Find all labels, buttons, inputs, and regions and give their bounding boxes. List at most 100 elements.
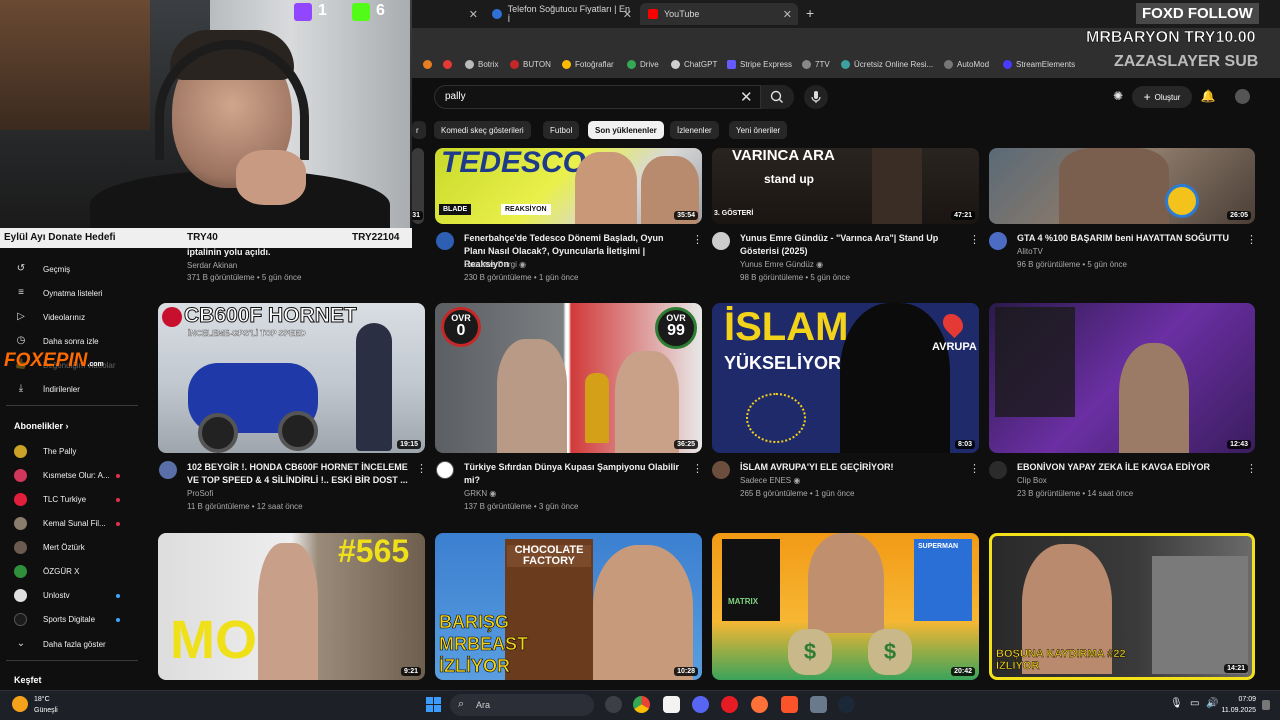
clear-search-icon[interactable]: ✕ bbox=[740, 88, 753, 106]
video-title[interactable]: EBONİVON YAPAY ZEKA İLE KAVGA EDİYOR bbox=[1017, 461, 1239, 474]
video-thumbnail[interactable]: OVR 0 OVR 99 36:25 bbox=[435, 303, 702, 453]
video-thumbnail[interactable]: CHOCOLATE FACTORY BARIŞG MRBEAST İZLİYOR… bbox=[435, 533, 702, 680]
more-options-icon[interactable]: ⋮ bbox=[416, 462, 427, 475]
chip-yeni-oneriler[interactable]: Yeni öneriler bbox=[729, 121, 788, 139]
app-icon[interactable] bbox=[663, 696, 680, 713]
channel-name[interactable]: Clip Box bbox=[1017, 476, 1047, 485]
more-options-icon[interactable]: ⋮ bbox=[1246, 462, 1257, 475]
bookmark-icon[interactable] bbox=[423, 60, 436, 69]
video-thumbnail[interactable]: 12:43 bbox=[989, 303, 1255, 453]
channel-name[interactable]: Sadece ENES ◉ bbox=[740, 476, 800, 485]
bookmark-streamelements[interactable]: StreamElements bbox=[1003, 60, 1075, 69]
firefox-icon[interactable] bbox=[751, 696, 768, 713]
video-title[interactable]: GTA 4 %100 BAŞARIM beni HAYATTAN SOĞUTTU bbox=[1017, 232, 1239, 245]
more-options-icon[interactable]: ⋮ bbox=[692, 233, 703, 246]
show-more-button[interactable]: ⌄ Daha fazla göster bbox=[14, 637, 140, 651]
channel-avatar[interactable] bbox=[436, 461, 454, 479]
studio-icon[interactable]: ✺ bbox=[1110, 88, 1126, 104]
network-icon[interactable]: ▭ bbox=[1190, 698, 1199, 709]
channel-avatar[interactable] bbox=[989, 232, 1007, 250]
video-thumbnail[interactable]: MATRIX SUPERMAN $ $ 20:42 bbox=[712, 533, 979, 680]
video-title[interactable]: 102 BEYGİR !. HONDA CB600F HORNET İNCELE… bbox=[187, 461, 409, 487]
discord-icon[interactable] bbox=[692, 696, 709, 713]
channel-name[interactable]: Serdar Akinan bbox=[187, 261, 237, 270]
windows-start-icon[interactable] bbox=[426, 697, 441, 712]
bookmark-automod[interactable]: AutoMod bbox=[944, 60, 989, 69]
channel-name[interactable]: AlitoTV bbox=[1017, 247, 1043, 256]
weather-sun-icon[interactable] bbox=[12, 696, 28, 712]
avatar[interactable] bbox=[1235, 89, 1250, 104]
create-button[interactable]: + Oluştur bbox=[1132, 86, 1192, 108]
bookmark-stripe[interactable]: Stripe Express bbox=[727, 60, 792, 69]
more-options-icon[interactable]: ⋮ bbox=[969, 233, 980, 246]
channel-avatar[interactable] bbox=[436, 232, 454, 250]
video-thumbnail[interactable]: CB600F HORNET İNCELEME-GPS'Lİ TOP SPEED … bbox=[158, 303, 425, 453]
subscription-item[interactable]: The Pally bbox=[14, 445, 140, 458]
channel-avatar[interactable] bbox=[712, 461, 730, 479]
more-options-icon[interactable]: ⋮ bbox=[1246, 233, 1257, 246]
channel-avatar[interactable] bbox=[712, 232, 730, 250]
bookmark-resim[interactable]: Ücretsiz Online Resi... bbox=[841, 60, 933, 69]
close-tab-icon[interactable]: ✕ bbox=[783, 8, 792, 21]
search-input[interactable]: pally ✕ bbox=[434, 85, 794, 109]
subscriptions-title[interactable]: Abonelikler › bbox=[14, 421, 69, 431]
video-thumbnail[interactable]: TEDESCO BLADE REAKSİYON 35:54 bbox=[435, 148, 702, 224]
microphone-icon[interactable]: 🎙 bbox=[1170, 698, 1183, 709]
browser-tab-2[interactable]: Telefon Soğutucu Fiyatları | En İ ✕ bbox=[484, 3, 638, 25]
bookmark-drive[interactable]: Drive bbox=[627, 60, 659, 69]
subscription-item[interactable]: Sports Digitale bbox=[14, 613, 140, 626]
subscription-item[interactable]: Mert Öztürk bbox=[14, 541, 140, 554]
sidebar-item-history[interactable]: ↺ Geçmiş bbox=[14, 262, 140, 276]
bookmark-buton[interactable]: BUTON bbox=[510, 60, 551, 69]
video-thumbnail[interactable]: VARINCA ARA stand up 3. GÖSTERİ 47:21 bbox=[712, 148, 979, 224]
voice-search-button[interactable] bbox=[804, 85, 828, 109]
video-thumbnail[interactable]: BOŞUNA KAYDIRMA #22 İZLİYOR 14:21 bbox=[989, 533, 1255, 680]
video-thumbnail[interactable]: İSLAM YÜKSELİYOR AVRUPA 8:03 bbox=[712, 303, 979, 453]
bookmark-fotograflar[interactable]: Fotoğraflar bbox=[562, 60, 614, 69]
new-tab-icon[interactable]: + bbox=[806, 5, 814, 21]
steam-icon[interactable] bbox=[838, 696, 855, 713]
more-options-icon[interactable]: ⋮ bbox=[969, 462, 980, 475]
chip-komedi[interactable]: Komedi skeç gösterileri bbox=[434, 121, 531, 139]
subscription-item[interactable]: Unlostv bbox=[14, 589, 140, 602]
channel-name[interactable]: Yunus Emre Gündüz ◉ bbox=[740, 260, 823, 269]
taskbar-search-input[interactable]: ⌕ Ara bbox=[450, 694, 594, 716]
sidebar-item-your-videos[interactable]: ▷ Videolarınız bbox=[14, 310, 140, 324]
subscription-item[interactable]: TLC Turkiye bbox=[14, 493, 140, 506]
volume-icon[interactable]: 🔊 bbox=[1206, 698, 1218, 709]
chip-futbol[interactable]: Futbol bbox=[543, 121, 580, 139]
brave-icon[interactable] bbox=[781, 696, 798, 713]
close-tab-icon[interactable]: ✕ bbox=[469, 8, 478, 21]
video-thumbnail[interactable]: 26:05 bbox=[989, 148, 1255, 224]
weather-widget[interactable]: 18°C Güneşli bbox=[34, 694, 58, 716]
channel-avatar[interactable] bbox=[159, 461, 177, 479]
channel-name[interactable]: Socrates Dergi ◉ bbox=[464, 260, 526, 269]
browser-tab-1[interactable]: ✕ bbox=[412, 3, 484, 25]
task-view-icon[interactable] bbox=[605, 696, 622, 713]
subscription-item[interactable]: ÖZGÜR X bbox=[14, 565, 140, 578]
bookmark-7tv[interactable]: 7TV bbox=[802, 60, 830, 69]
video-title[interactable]: Türkiye Sıfırdan Dünya Kupası Şampiyonu … bbox=[464, 461, 686, 487]
channel-avatar[interactable] bbox=[989, 461, 1007, 479]
bookmark-botrix[interactable]: Botrix bbox=[465, 60, 498, 69]
notification-icon[interactable] bbox=[1262, 700, 1270, 710]
bookmark-icon[interactable] bbox=[443, 60, 456, 69]
subscription-item[interactable]: Kısmetse Olur: A... bbox=[14, 469, 140, 482]
sidebar-item-downloads[interactable]: ⤓ İndirilenler bbox=[14, 382, 140, 396]
chrome-icon[interactable] bbox=[633, 696, 650, 713]
app-icon[interactable] bbox=[810, 696, 827, 713]
opera-icon[interactable] bbox=[721, 696, 738, 713]
chip-partial[interactable]: r bbox=[412, 121, 426, 139]
browser-tab-youtube[interactable]: YouTube ✕ bbox=[640, 3, 798, 25]
channel-name[interactable]: GRKN ◉ bbox=[464, 489, 496, 498]
chip-izlenenler[interactable]: İzlenenler bbox=[670, 121, 719, 139]
video-thumbnail[interactable]: #565 MO 9:21 bbox=[158, 533, 425, 680]
video-thumbnail[interactable]: 31 bbox=[412, 148, 424, 224]
close-tab-icon[interactable]: ✕ bbox=[623, 8, 632, 21]
channel-name[interactable]: ProSofi bbox=[187, 489, 213, 498]
sidebar-item-playlists[interactable]: ≡ Oynatma listeleri bbox=[14, 286, 140, 300]
video-title[interactable]: İSLAM AVRUPA'YI ELE GEÇİRİYOR! bbox=[740, 461, 962, 474]
search-button[interactable] bbox=[760, 85, 794, 109]
taskbar-clock[interactable]: 07:09 11.09.2025 bbox=[1221, 694, 1256, 716]
notifications-bell-icon[interactable]: 🔔 bbox=[1200, 88, 1216, 104]
